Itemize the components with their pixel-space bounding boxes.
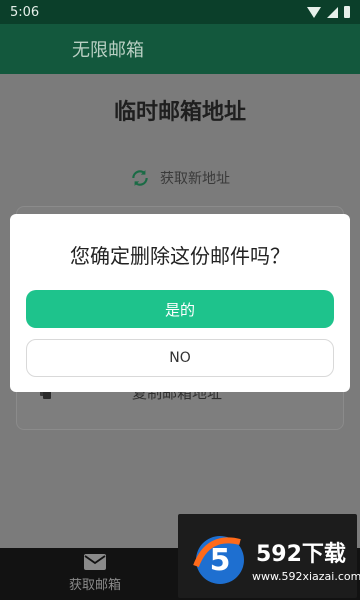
refresh-icon: [132, 170, 148, 186]
confirm-delete-dialog: 您确定删除这份邮件吗？ 是的 NO: [10, 214, 350, 392]
watermark-logo-digit: 5: [210, 543, 231, 578]
status-icons: [307, 6, 350, 18]
status-time: 5:06: [10, 4, 40, 20]
app-title: 无限邮箱: [72, 40, 144, 61]
page-title: 临时邮箱地址: [113, 100, 246, 125]
confirm-yes-button[interactable]: 是的: [26, 290, 334, 328]
confirm-no-button[interactable]: NO: [26, 339, 334, 377]
wifi-icon: [307, 6, 321, 18]
watermark: 5 592下载 www.592xiazai.com: [178, 514, 360, 598]
nav-item-get-mailbox[interactable]: 获取邮箱: [55, 554, 135, 598]
signal-icon: [327, 6, 338, 18]
get-new-address-label: 获取新地址: [160, 171, 230, 187]
watermark-logo: 5: [193, 536, 244, 584]
battery-icon: [344, 6, 350, 18]
mail-icon: [84, 554, 106, 570]
watermark-url: www.592xiazai.com: [252, 570, 360, 583]
get-new-address-button[interactable]: 获取新地址: [0, 168, 360, 188]
app-bar: 无限邮箱: [0, 24, 360, 74]
status-bar: 5:06: [0, 0, 360, 24]
watermark-brand: 592下载: [256, 542, 346, 567]
nav-item-label: 获取邮箱: [68, 578, 121, 593]
dialog-message: 您确定删除这份邮件吗？: [70, 244, 290, 268]
